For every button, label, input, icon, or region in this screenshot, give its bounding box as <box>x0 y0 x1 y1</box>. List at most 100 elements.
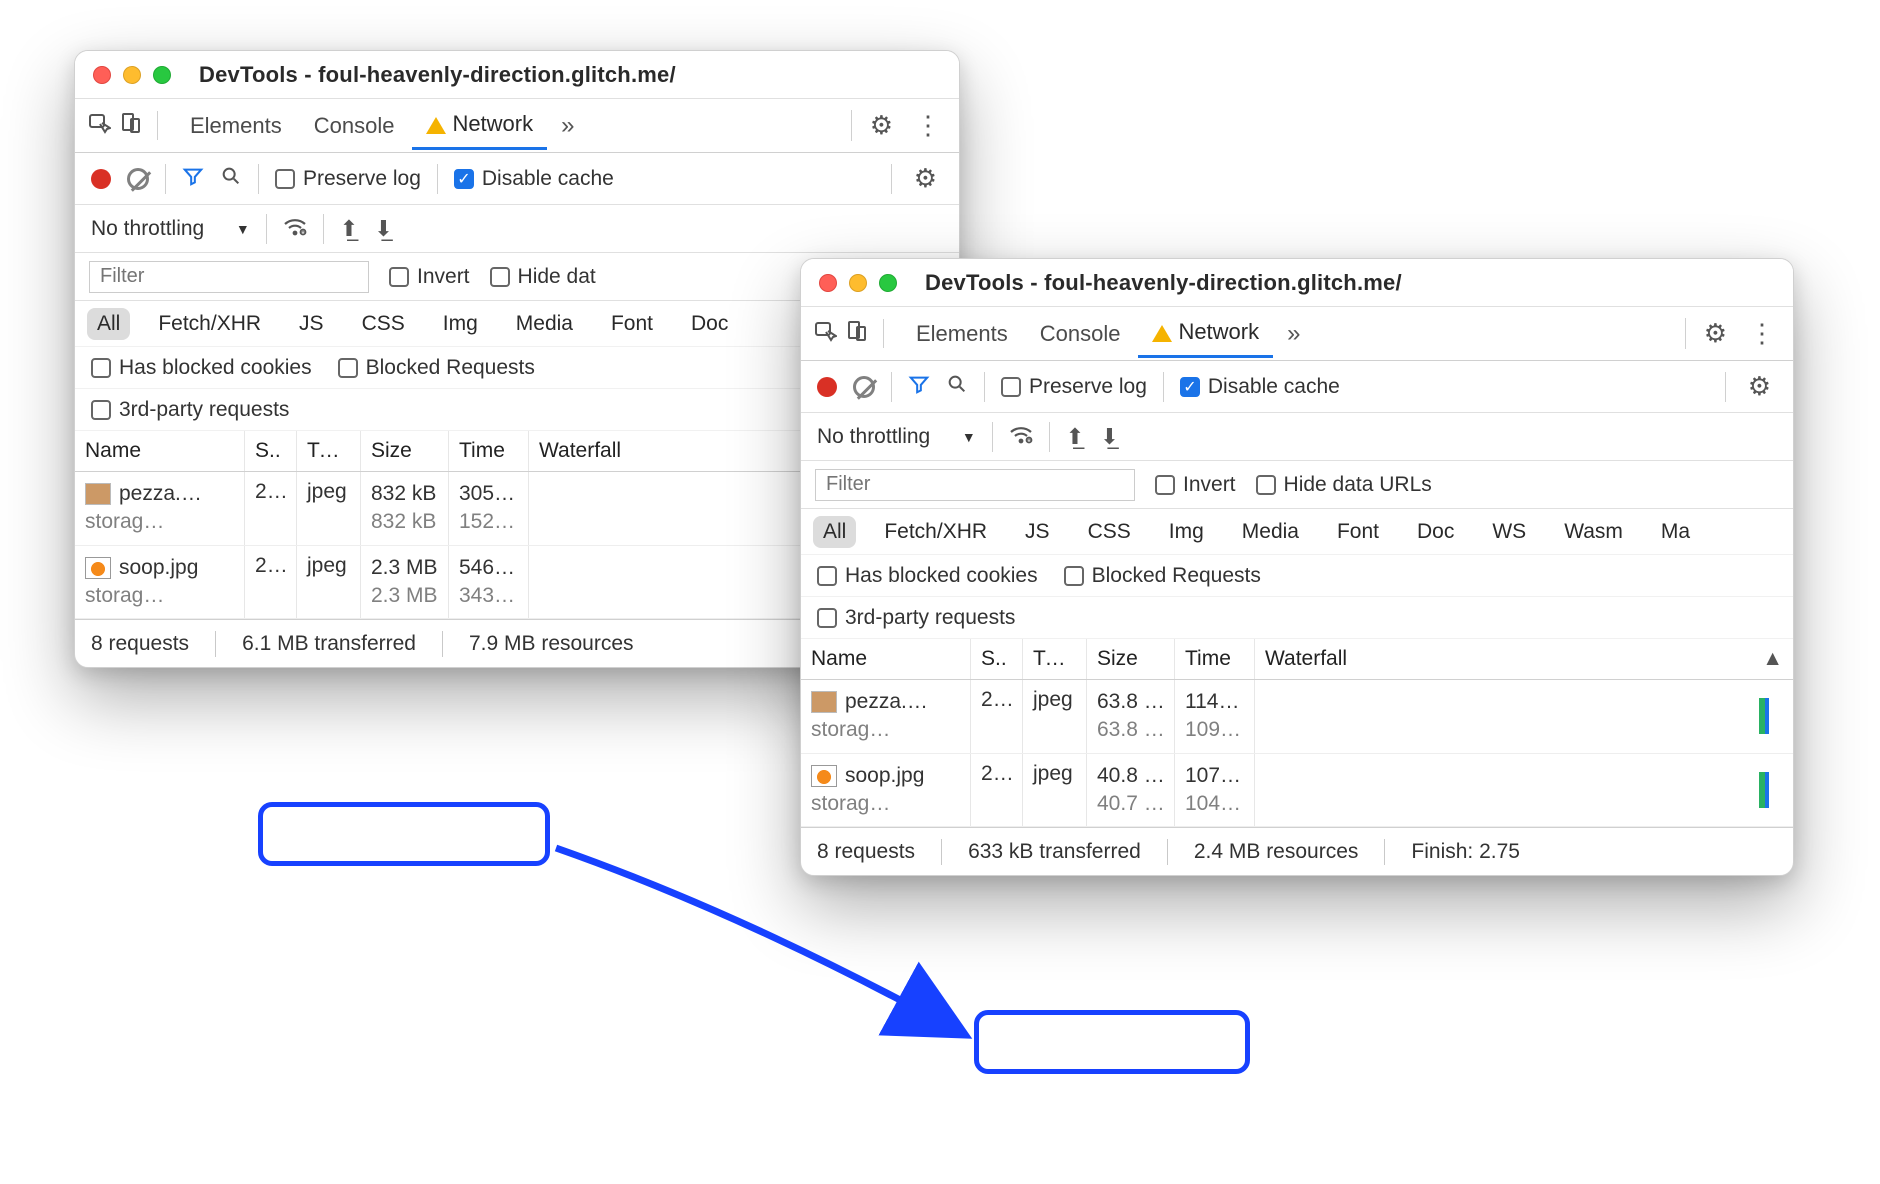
record-icon[interactable] <box>817 377 837 397</box>
minimize-icon[interactable] <box>849 274 867 292</box>
invert-checkbox[interactable]: Invert <box>389 265 470 289</box>
maximize-icon[interactable] <box>879 274 897 292</box>
menu-icon[interactable]: ⋮ <box>1743 318 1781 349</box>
select-element-icon[interactable] <box>813 319 837 348</box>
download-har-icon[interactable]: ⬇̲ <box>1100 424 1118 450</box>
filter-wasm[interactable]: Wasm <box>1554 516 1633 548</box>
table-row[interactable]: pezza.…storag… 2… jpeg 63.8 …63.8 … 114…… <box>801 680 1793 754</box>
blocked-requests-checkbox[interactable]: Blocked Requests <box>1064 564 1261 588</box>
disable-cache-checkbox[interactable]: ✓Disable cache <box>1180 375 1340 399</box>
download-har-icon[interactable]: ⬇̲ <box>374 216 392 242</box>
filter-media[interactable]: Media <box>506 308 583 340</box>
filter-css[interactable]: CSS <box>352 308 415 340</box>
blocked-cookies-checkbox[interactable]: Has blocked cookies <box>91 356 312 380</box>
filter-input[interactable] <box>89 261 369 293</box>
col-type[interactable]: Type <box>297 431 361 471</box>
search-icon[interactable] <box>220 165 242 192</box>
filter-ws[interactable]: WS <box>1482 516 1536 548</box>
select-element-icon[interactable] <box>87 111 111 140</box>
more-tabs-icon[interactable]: » <box>551 106 584 146</box>
filter-media[interactable]: Media <box>1232 516 1309 548</box>
network-conditions-icon[interactable] <box>283 215 307 243</box>
close-icon[interactable] <box>819 274 837 292</box>
requests-table: Name S.. Type Size Time Waterfall▲ pezza… <box>801 639 1793 827</box>
filter-js[interactable]: JS <box>289 308 334 340</box>
preserve-log-checkbox[interactable]: Preserve log <box>1001 375 1147 399</box>
col-waterfall[interactable]: Waterfall▲ <box>1255 639 1793 679</box>
upload-har-icon[interactable]: ⬆̲ <box>1066 424 1084 450</box>
upload-har-icon[interactable]: ⬆̲ <box>340 216 358 242</box>
col-name[interactable]: Name <box>801 639 971 679</box>
more-tabs-icon[interactable]: » <box>1277 314 1310 354</box>
filter-font[interactable]: Font <box>601 308 663 340</box>
col-size[interactable]: Size <box>361 431 449 471</box>
settings-icon[interactable]: ⚙ <box>864 110 899 141</box>
hide-data-urls-checkbox[interactable]: Hide dat <box>490 265 596 289</box>
third-party-checkbox[interactable]: 3rd-party requests <box>817 606 1015 630</box>
device-toggle-icon[interactable] <box>845 319 869 348</box>
titlebar: DevTools - foul-heavenly-direction.glitc… <box>75 51 959 99</box>
invert-checkbox[interactable]: Invert <box>1155 473 1236 497</box>
window-title: DevTools - foul-heavenly-direction.glitc… <box>925 270 1402 296</box>
filter-fetch[interactable]: Fetch/XHR <box>874 516 997 548</box>
close-icon[interactable] <box>93 66 111 84</box>
filter-doc[interactable]: Doc <box>681 308 738 340</box>
disable-cache-checkbox[interactable]: ✓Disable cache <box>454 167 614 191</box>
filter-icon[interactable] <box>182 165 204 192</box>
clear-icon[interactable] <box>127 168 149 190</box>
blocked-cookies-checkbox[interactable]: Has blocked cookies <box>817 564 1038 588</box>
menu-icon[interactable]: ⋮ <box>909 110 947 141</box>
filter-js[interactable]: JS <box>1015 516 1060 548</box>
col-name[interactable]: Name <box>75 431 245 471</box>
throttling-select[interactable]: No throttling ▼ <box>817 425 976 449</box>
tab-network[interactable]: Network <box>412 101 547 150</box>
filter-input[interactable] <box>815 469 1135 501</box>
maximize-icon[interactable] <box>153 66 171 84</box>
network-toolbar: Preserve log ✓Disable cache ⚙ <box>75 153 959 205</box>
filter-all[interactable]: All <box>813 516 856 548</box>
filter-fetch[interactable]: Fetch/XHR <box>148 308 271 340</box>
filter-font[interactable]: Font <box>1327 516 1389 548</box>
col-status[interactable]: S.. <box>245 431 297 471</box>
search-icon[interactable] <box>946 373 968 400</box>
filter-css[interactable]: CSS <box>1078 516 1141 548</box>
filter-all[interactable]: All <box>87 308 130 340</box>
table-row[interactable]: soop.jpgstorag… 2… jpeg 40.8 …40.7 … 107… <box>801 754 1793 828</box>
tab-console[interactable]: Console <box>300 103 409 149</box>
status-transferred: 6.1 MB transferred <box>242 632 416 656</box>
third-party-checkbox[interactable]: 3rd-party requests <box>91 398 289 422</box>
hide-data-urls-checkbox[interactable]: Hide data URLs <box>1256 473 1432 497</box>
record-icon[interactable] <box>91 169 111 189</box>
filter-img[interactable]: Img <box>433 308 488 340</box>
settings-icon[interactable]: ⚙ <box>1698 318 1733 349</box>
col-time[interactable]: Time <box>449 431 529 471</box>
filter-icon[interactable] <box>908 373 930 400</box>
throttle-row: No throttling ▼ ⬆̲ ⬇̲ <box>801 413 1793 461</box>
filter-doc[interactable]: Doc <box>1407 516 1464 548</box>
minimize-icon[interactable] <box>123 66 141 84</box>
col-time[interactable]: Time <box>1175 639 1255 679</box>
status-finish: Finish: 2.75 <box>1411 840 1520 864</box>
preserve-log-checkbox[interactable]: Preserve log <box>275 167 421 191</box>
highlight-before <box>258 802 550 866</box>
thumbnail-icon <box>811 691 837 713</box>
status-transferred: 633 kB transferred <box>968 840 1141 864</box>
tab-elements[interactable]: Elements <box>902 311 1022 357</box>
network-conditions-icon[interactable] <box>1009 423 1033 451</box>
col-type[interactable]: Type <box>1023 639 1087 679</box>
tab-network[interactable]: Network <box>1138 309 1273 358</box>
throttling-select[interactable]: No throttling ▼ <box>91 217 250 241</box>
col-status[interactable]: S.. <box>971 639 1023 679</box>
filter-row: Invert Hide data URLs <box>801 461 1793 509</box>
network-settings-icon[interactable]: ⚙ <box>1742 371 1777 402</box>
filter-img[interactable]: Img <box>1159 516 1214 548</box>
blocked-requests-checkbox[interactable]: Blocked Requests <box>338 356 535 380</box>
filter-manifest[interactable]: Ma <box>1651 516 1700 548</box>
device-toggle-icon[interactable] <box>119 111 143 140</box>
tab-console[interactable]: Console <box>1026 311 1135 357</box>
clear-icon[interactable] <box>853 376 875 398</box>
network-settings-icon[interactable]: ⚙ <box>908 163 943 194</box>
col-size[interactable]: Size <box>1087 639 1175 679</box>
warning-icon <box>1152 325 1172 342</box>
tab-elements[interactable]: Elements <box>176 103 296 149</box>
